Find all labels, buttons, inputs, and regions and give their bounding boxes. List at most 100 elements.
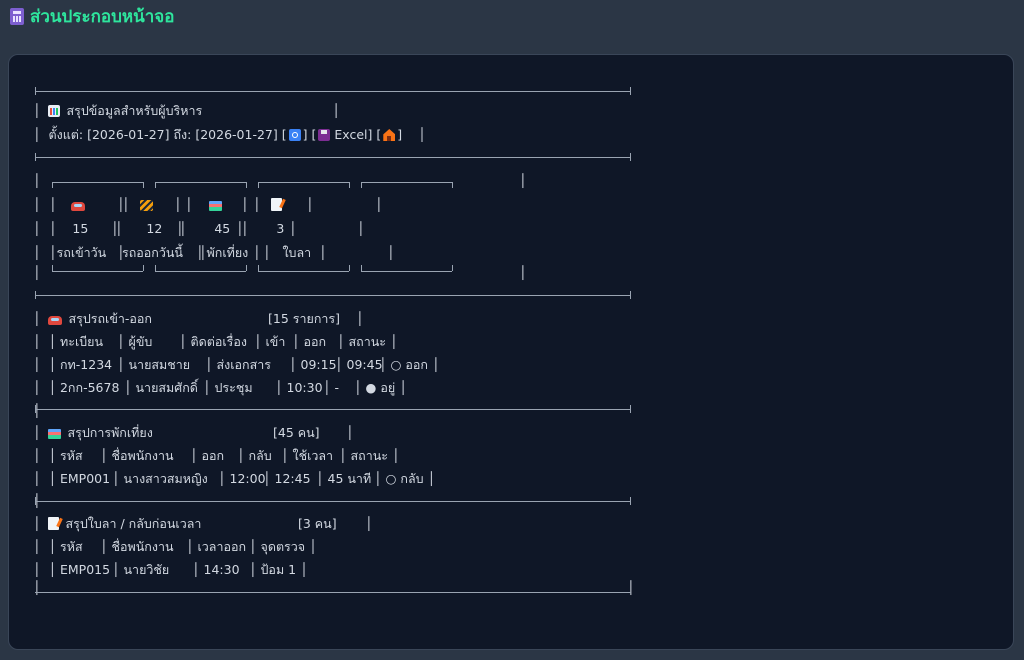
books-icon (48, 429, 62, 439)
table-cell: - (334, 380, 340, 395)
stat-value: 3 (276, 221, 285, 236)
card-border-bottom (258, 271, 349, 272)
lunch-count: [45 คน] (273, 425, 320, 440)
card-border-top (155, 182, 246, 183)
frame-top-border (35, 91, 631, 92)
frame-right-edge: │ (519, 173, 527, 188)
bracket: [ (311, 127, 317, 142)
range-mid: ถึง: (173, 127, 192, 142)
column-header: สถานะ (350, 448, 388, 463)
floppy-disk-icon (318, 129, 331, 141)
stat-label: พักเที่ยง (206, 245, 249, 260)
card-corner (349, 182, 350, 188)
frame-left-edge: │ (33, 221, 41, 236)
refresh-icon[interactable] (288, 129, 301, 141)
export-excel-button[interactable]: [Excel] (312, 127, 373, 142)
table-cell: 09:45 (346, 357, 383, 372)
frame-left-edge: │ (33, 197, 41, 212)
stat-value: 45 (214, 221, 231, 236)
lunch-header-row: │ │ รหัส (33, 448, 83, 463)
table-cell: ○ ออก (390, 357, 428, 372)
divider (35, 157, 631, 158)
report-panel: │ สรุปข้อมูลสำหรับผู้บริหาร │ │ ตั้งแต่: … (8, 54, 1014, 650)
table-cell: นายสมศักดิ์ (135, 380, 198, 395)
divider (35, 409, 631, 410)
home-button[interactable]: [] (376, 127, 402, 142)
books-icon (208, 201, 222, 211)
table-cell: ○ กลับ (385, 471, 424, 486)
report-title-row: │ สรุปข้อมูลสำหรับผู้บริหาร │ (33, 103, 340, 118)
column-header: ออก (303, 334, 327, 349)
ascii-report: │ สรุปข้อมูลสำหรับผู้บริหาร │ │ ตั้งแต่: … (9, 55, 1013, 649)
date-to-input[interactable]: [2026-01-27] (195, 127, 277, 142)
bracket: ] (302, 127, 308, 142)
card-border-top (361, 182, 452, 183)
page-title: ส่วนประกอบหน้าจอ (30, 6, 175, 27)
divider-tick (35, 153, 36, 161)
abacus-icon (10, 7, 24, 25)
column-header: รหัส (59, 539, 83, 554)
table-cell: นางสาวสมหญิง (123, 471, 208, 486)
card-corner (52, 265, 53, 271)
table-cell: 12:00 (229, 471, 266, 486)
bracket: ] (397, 127, 403, 142)
column-header: ผู้ขับ (128, 334, 153, 349)
excel-label: Excel (334, 127, 368, 142)
table-cell: 14:30 (203, 562, 240, 577)
stat-value: 12 (146, 221, 163, 236)
bracket: [ (376, 127, 382, 142)
vehicles-title-row: │ สรุปรถเข้า-ออก (33, 311, 152, 326)
card-border-bottom (52, 271, 143, 272)
card-corner (155, 265, 156, 271)
stat-label: รถเข้าวัน (56, 245, 107, 260)
frame-left-edge: │ (33, 265, 41, 280)
table-cell: กท-1234 (59, 357, 113, 372)
memo-icon (270, 198, 282, 211)
home-icon (383, 129, 396, 141)
column-header: ติดต่อเรื่อง (190, 334, 247, 349)
section-title: สรุปการพักเที่ยง (67, 425, 153, 440)
section-title: สรุปรถเข้า-ออก (68, 311, 152, 326)
table-cell: EMP015 (59, 562, 111, 577)
card-corner (246, 265, 247, 271)
table-cell: 10:30 (286, 380, 323, 395)
card-corner (52, 182, 53, 188)
frame-corner-left (35, 87, 36, 95)
divider-tick (35, 497, 36, 505)
table-cell: 45 นาที (327, 471, 372, 486)
leave-header-row: │ │ รหัส (33, 539, 83, 554)
column-header: ใช้เวลา (292, 448, 334, 463)
card-corner (349, 265, 350, 271)
date-range-row: │ ตั้งแต่: [2026-01-27] ถึง: [2026-01-27… (33, 127, 426, 142)
frame-right-edge: │ (627, 580, 635, 595)
card-corner (361, 182, 362, 188)
column-header: จุดตรวจ (260, 539, 306, 554)
bar-chart-icon (48, 105, 61, 117)
card-corner (452, 265, 453, 271)
card-corner (143, 265, 144, 271)
leave-title-row: │ สรุปใบลา / กลับก่อนเวลา (33, 516, 202, 531)
page-header: ส่วนประกอบหน้าจอ (10, 4, 174, 28)
table-cell: ● อยู่ (365, 380, 396, 395)
card-border-bottom (361, 271, 452, 272)
card-border-bottom (155, 271, 246, 272)
car-icon (48, 316, 63, 325)
stat-label: ใบลา (282, 245, 312, 260)
table-cell: นายสมชาย (128, 357, 191, 372)
card-border-top (52, 182, 143, 183)
table-cell: 2กก-5678 (59, 380, 120, 395)
column-header: ชื่อพนักงาน (111, 539, 174, 554)
lunch-title-row: │ สรุปการพักเที่ยง (33, 425, 153, 440)
card-corner (452, 182, 453, 188)
divider-tick (35, 291, 36, 299)
table-cell: ส่งเอกสาร (216, 357, 271, 372)
column-header: สถานะ (348, 334, 386, 349)
divider-tick (630, 153, 631, 161)
card-corner (258, 182, 259, 188)
card-corner (258, 265, 259, 271)
section-title: สรุปใบลา / กลับก่อนเวลา (65, 516, 202, 531)
frame-bottom-border (35, 592, 631, 593)
stat-value: 15 (72, 221, 89, 236)
table-cell: 09:15 (300, 357, 337, 372)
date-from-input[interactable]: [2026-01-27] (87, 127, 169, 142)
